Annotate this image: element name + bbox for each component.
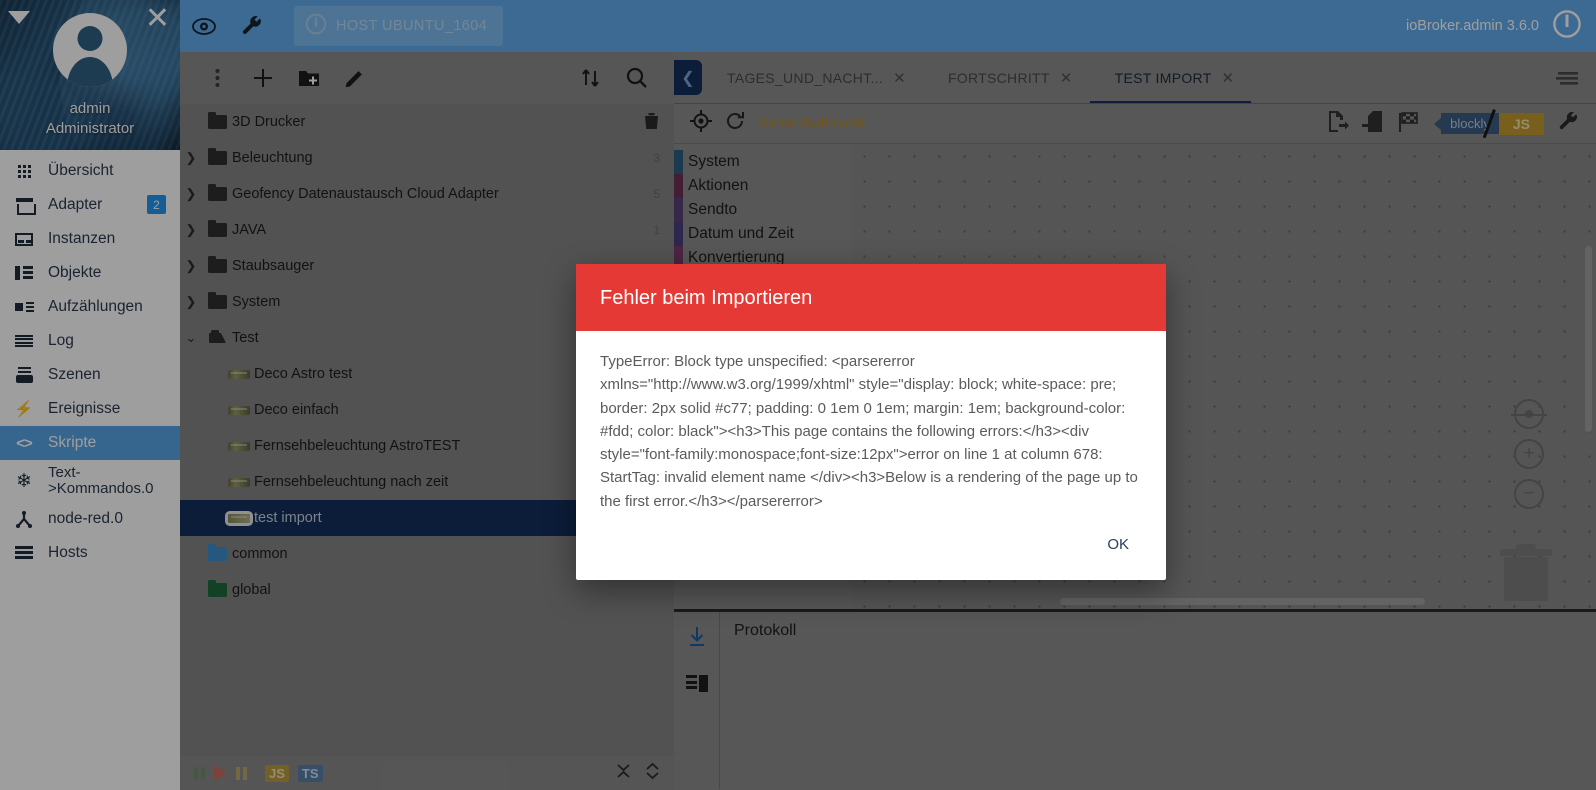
- import-error-dialog: Fehler beim Importieren TypeError: Block…: [576, 264, 1166, 580]
- dialog-title: Fehler beim Importieren: [576, 264, 1166, 331]
- dialog-message: TypeError: Block type unspecified: <pars…: [600, 353, 1138, 510]
- dialog-actions: OK: [576, 523, 1166, 580]
- ok-button[interactable]: OK: [1096, 529, 1140, 560]
- iobroker-admin-window: ✕ admin Administrator Übersicht Adapter …: [0, 0, 1596, 790]
